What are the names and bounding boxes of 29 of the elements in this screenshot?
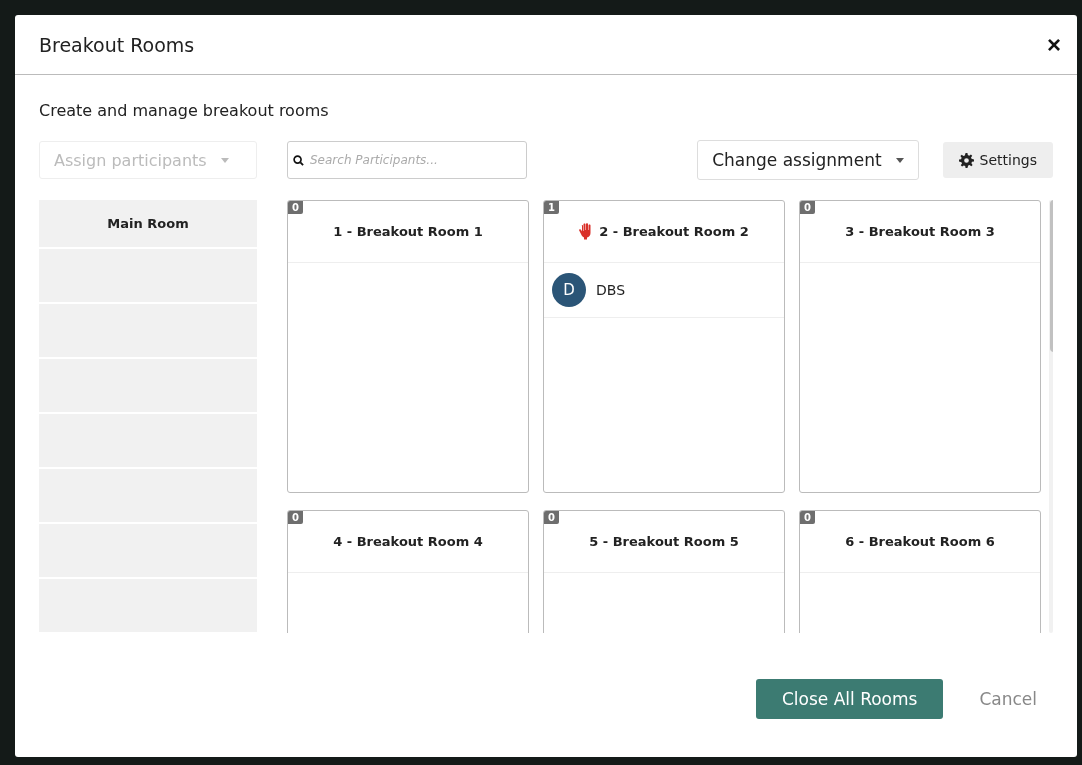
participant-count: 0: [800, 201, 815, 214]
room-name: 4 - Breakout Room 4: [333, 534, 483, 549]
dialog-title: Breakout Rooms: [39, 33, 195, 56]
participant-count: 1: [544, 201, 559, 214]
close-all-rooms-button[interactable]: Close All Rooms: [755, 679, 944, 719]
avatar-initial: D: [552, 273, 586, 307]
participant-row[interactable]: D DBS: [544, 263, 784, 318]
caret-icon: [895, 157, 904, 163]
room-name: 3 - Breakout Room 3: [845, 224, 995, 239]
participant-name: DBS: [596, 282, 626, 298]
participant-count: 0: [288, 201, 303, 214]
participant-count: 0: [288, 511, 303, 524]
participant-count: 0: [544, 511, 559, 524]
search-field[interactable]: Search Participants...: [287, 141, 527, 179]
change-assignment-dropdown[interactable]: Change assignment: [697, 140, 919, 180]
settings-button[interactable]: Settings: [942, 142, 1053, 178]
main-room-title: Main Room: [39, 200, 257, 247]
cancel-button[interactable]: Cancel: [973, 688, 1043, 710]
dialog-subtitle: Create and manage breakout rooms: [39, 101, 330, 120]
room-name: 1 - Breakout Room 1: [333, 224, 483, 239]
room-name: 6 - Breakout Room 6: [845, 534, 995, 549]
settings-icon: [958, 152, 974, 168]
caret-icon: [220, 157, 229, 163]
close-button[interactable]: ×: [1047, 30, 1061, 59]
participant-count: 0: [800, 511, 815, 524]
room-name: 2 - Breakout Room 2: [599, 224, 749, 239]
room-name: 5 - Breakout Room 5: [589, 534, 739, 549]
scrollbar[interactable]: [1049, 200, 1053, 633]
search-icon: [293, 155, 304, 166]
